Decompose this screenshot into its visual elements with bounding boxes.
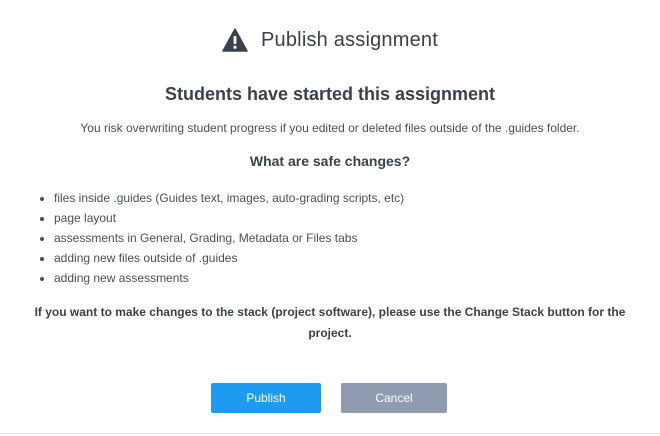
- safe-changes-list: files inside .guides (Guides text, image…: [38, 188, 404, 288]
- warning-heading: Students have started this assignment: [164, 84, 496, 104]
- bottom-divider: [0, 433, 660, 434]
- list-item: adding new files outside of .guides: [54, 248, 404, 268]
- list-item: page layout: [54, 208, 404, 228]
- dialog-header: Publish assignment: [0, 28, 660, 52]
- cancel-button[interactable]: Cancel: [341, 383, 447, 413]
- publish-dialog: Publish assignment Students have started…: [0, 0, 660, 436]
- safe-changes-heading: What are safe changes?: [249, 153, 411, 169]
- dialog-title: Publish assignment: [260, 28, 439, 51]
- risk-message: You risk overwriting student progress if…: [80, 121, 580, 135]
- change-stack-note: If you want to make changes to the stack…: [34, 305, 626, 340]
- list-item: adding new assessments: [54, 268, 404, 288]
- publish-button[interactable]: Publish: [211, 383, 321, 413]
- list-item: assessments in General, Grading, Metadat…: [54, 228, 404, 248]
- warning-icon: [222, 28, 248, 52]
- list-item: files inside .guides (Guides text, image…: [54, 188, 404, 208]
